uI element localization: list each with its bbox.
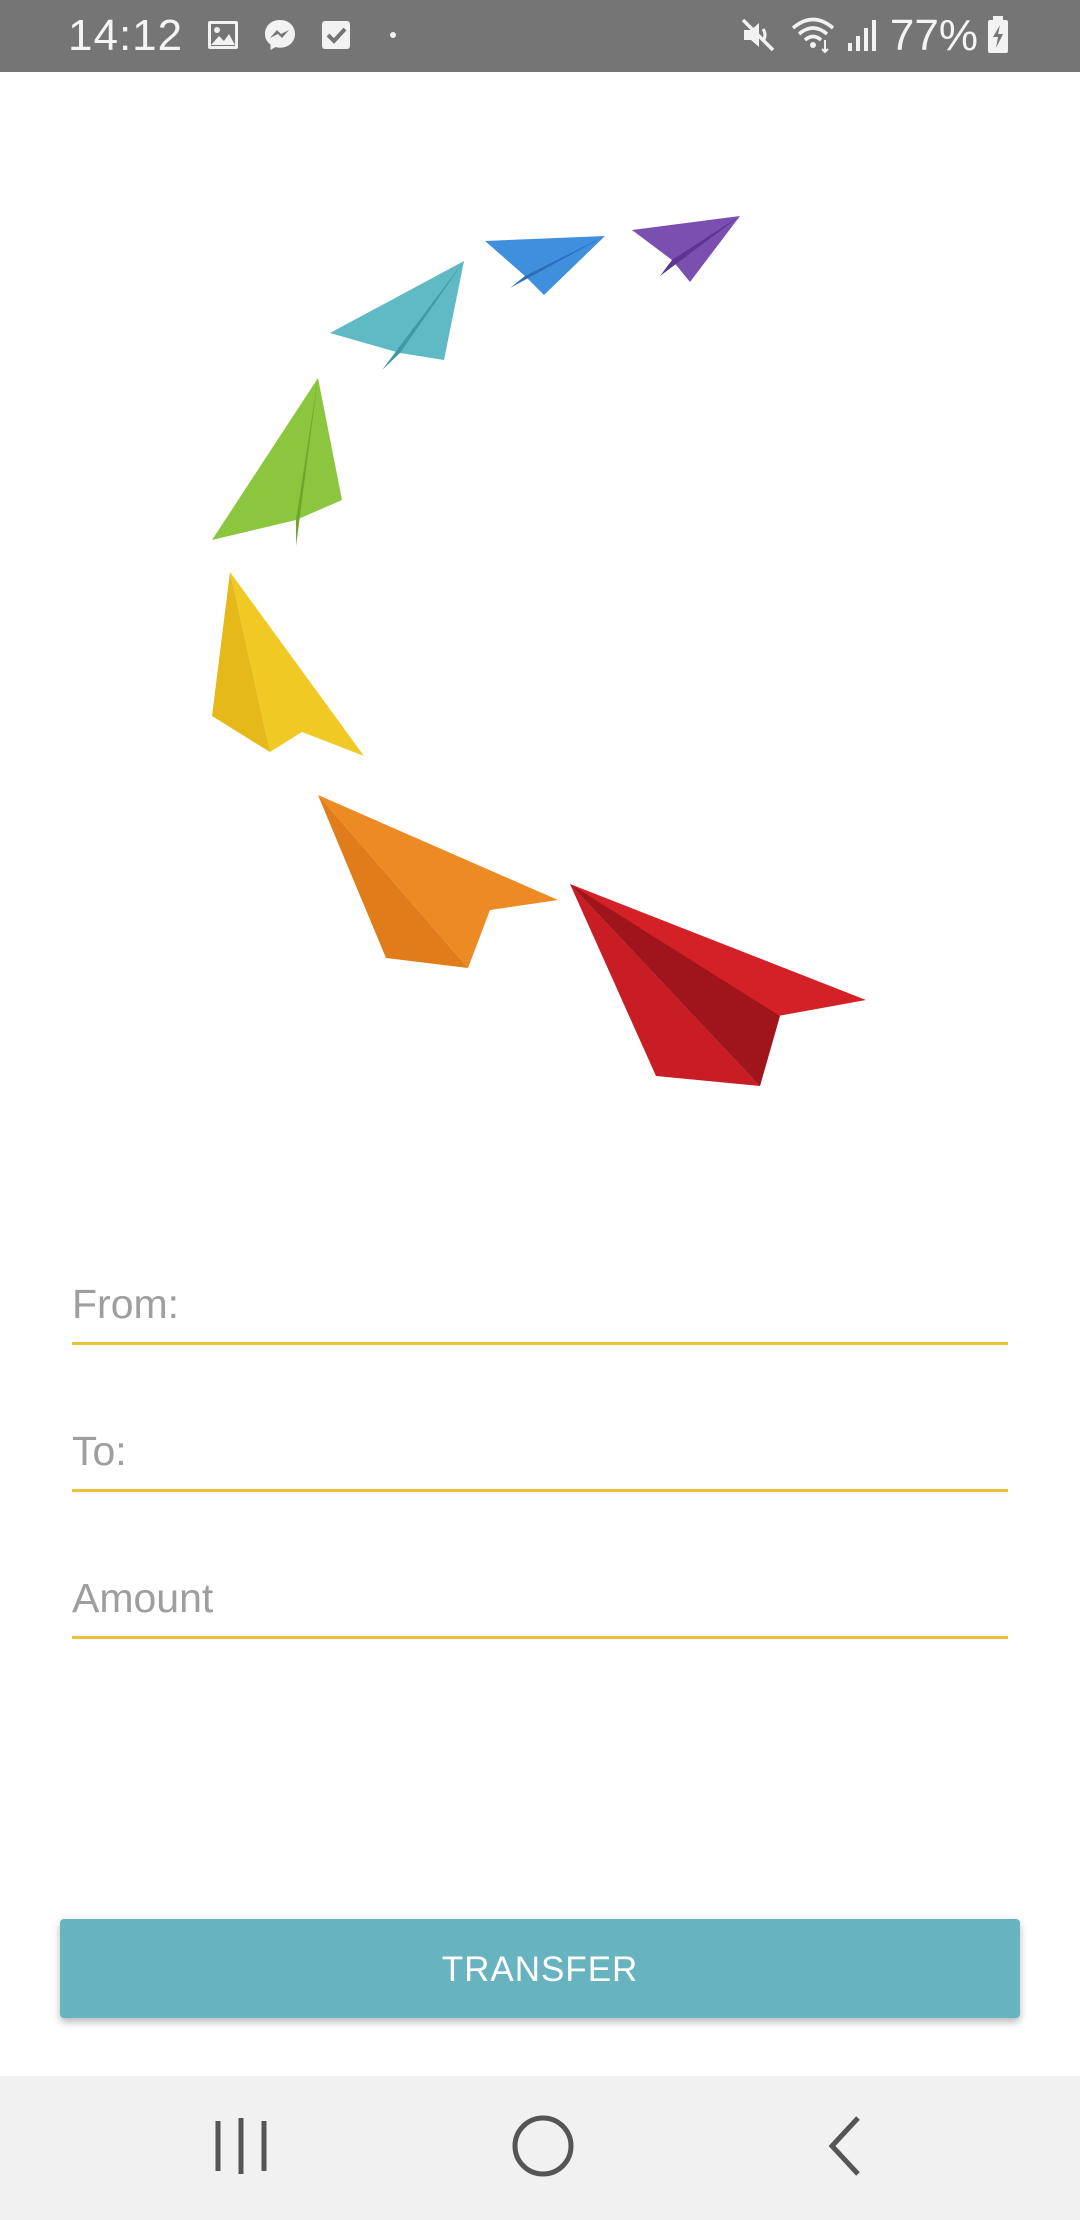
purple-plane-icon [632,216,740,282]
mute-icon [741,18,775,52]
check-icon [322,21,350,49]
navigation-bar [0,2076,1080,2220]
transfer-button[interactable]: TRANSFER [60,1919,1020,2018]
paper-planes-logo [212,216,866,1086]
to-field[interactable] [72,1399,1008,1492]
back-icon[interactable] [790,2096,900,2196]
teal-plane-icon [330,261,464,370]
amount-field[interactable] [72,1546,1008,1639]
from-input[interactable] [72,1281,1008,1328]
battery-percent: 77% [889,11,978,60]
from-field[interactable] [72,1252,1008,1345]
battery-charging-icon [988,16,1008,53]
yellow-plane-icon [212,572,364,756]
green-plane-icon [212,378,342,546]
transfer-screen: 14:12 77% From: To: Amount TRANSFER [0,0,1080,2220]
orange-plane-icon [318,795,558,968]
dot-icon [390,32,396,38]
wifi-icon [791,17,835,54]
blue-plane-icon [485,236,605,295]
red-plane-icon [570,884,866,1086]
status-time: 14:12 [68,11,184,60]
to-input[interactable] [72,1428,1008,1475]
status-bar: 14:12 77% [0,0,1080,72]
messenger-icon [265,20,295,50]
gallery-icon [208,21,238,49]
recent-apps-icon[interactable] [186,2096,296,2196]
signal-icon [848,20,876,51]
home-icon[interactable] [488,2096,598,2196]
amount-input[interactable] [72,1575,1008,1622]
